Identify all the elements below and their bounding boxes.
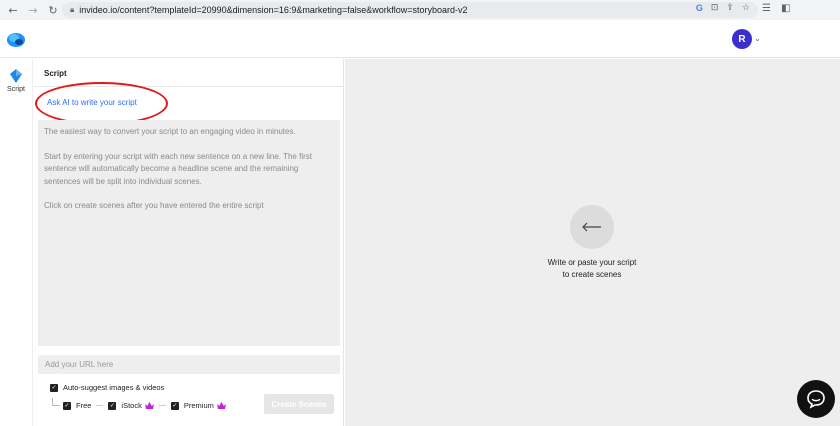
arrow-left-icon: [570, 205, 614, 249]
panel-title: Script: [44, 69, 67, 78]
source-label-premium: Premium: [183, 401, 214, 410]
placeholder-line: The easiest way to convert your script t…: [44, 127, 296, 136]
source-label-free: Free: [76, 401, 92, 410]
crown-icon: [144, 402, 154, 409]
preview-area: Write or paste your script to create sce…: [345, 59, 840, 426]
ask-ai-link[interactable]: Ask AI to write your script: [47, 98, 137, 107]
source-options: ✓ Free ✓ iStock ✓ Premium: [63, 401, 226, 410]
chevron-down-icon[interactable]: ⌄: [754, 34, 761, 43]
forward-arrow-icon[interactable]: →: [26, 3, 40, 17]
reload-icon[interactable]: ↻: [46, 3, 60, 17]
script-textarea[interactable]: The easiest way to convert your script t…: [38, 120, 340, 346]
address-bar[interactable]: 🔒︎ invideo.io/content?templateId=20990&d…: [62, 2, 758, 18]
panel-divider: [34, 86, 344, 87]
back-arrow-icon[interactable]: ←: [6, 3, 20, 17]
reading-list-icon[interactable]: ☰: [762, 3, 771, 14]
install-app-icon[interactable]: ⊡: [711, 3, 719, 13]
browser-toolbar: ← → ↻ 🔒︎ invideo.io/content?templateId=2…: [0, 0, 840, 20]
rail-item-label: Script: [7, 86, 25, 93]
checkbox-checked-icon[interactable]: ✓: [63, 401, 71, 410]
chat-support-button[interactable]: [797, 380, 835, 418]
separator: [96, 405, 104, 406]
script-icon: [10, 69, 22, 83]
address-bar-actions: G ⊡ ⇪ ☆: [696, 3, 750, 13]
app-header: R ⌄: [0, 20, 840, 58]
invideo-logo-icon[interactable]: [6, 30, 26, 48]
preview-hint-line: Write or paste your script: [547, 258, 637, 267]
script-panel: Script Ask AI to write your script The e…: [34, 59, 344, 426]
crown-icon: [216, 402, 226, 409]
source-label-istock: iStock: [121, 401, 142, 410]
side-panel-icon[interactable]: ◧: [781, 3, 790, 14]
checkbox-checked-icon[interactable]: ✓: [170, 401, 179, 410]
auto-suggest-label: Auto-suggest images & videos: [63, 383, 165, 392]
arrow-left-glyph: [582, 222, 601, 232]
create-scenes-button[interactable]: Create Scenes: [264, 394, 334, 414]
browser-actions: ☰ ◧: [762, 3, 790, 14]
url-input[interactable]: [38, 355, 340, 374]
share-icon[interactable]: ⇪: [726, 3, 734, 13]
user-avatar[interactable]: R: [732, 29, 752, 49]
chat-bubble-icon: [807, 390, 825, 409]
checkbox-checked-icon[interactable]: ✓: [50, 383, 58, 392]
preview-hint: Write or paste your script to create sce…: [492, 257, 692, 281]
auto-suggest-option[interactable]: ✓ Auto-suggest images & videos: [50, 383, 164, 392]
preview-hint-line: to create scenes: [562, 270, 622, 279]
tree-connector: [52, 398, 60, 406]
lock-icon: 🔒︎: [70, 5, 75, 14]
separator: [158, 405, 166, 406]
url-text: invideo.io/content?templateId=20990&dime…: [79, 5, 468, 15]
placeholder-line: Start by entering your script with each …: [44, 151, 312, 186]
bookmark-star-icon[interactable]: ☆: [742, 3, 750, 13]
google-lens-icon[interactable]: G: [696, 3, 703, 13]
checkbox-checked-icon[interactable]: ✓: [108, 401, 117, 410]
rail-item-script[interactable]: Script: [2, 69, 30, 93]
left-rail: Script: [0, 59, 33, 426]
placeholder-line: Click on create scenes after you have en…: [44, 201, 264, 210]
